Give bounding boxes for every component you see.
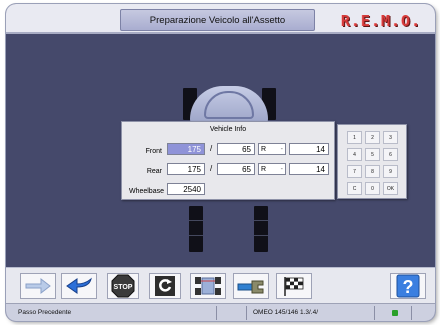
key-6[interactable]: 6 [383,148,398,161]
car-wheels-icon [195,277,221,295]
reload-button[interactable] [149,273,181,299]
rear-width-field[interactable]: 175 [167,163,205,175]
front-construction-select[interactable]: R - [258,143,286,155]
front-rim-field[interactable]: 14 [289,143,329,155]
title-bar: Preparazione Veicolo all'Assetto R.E.M.O… [6,4,435,34]
help-button[interactable]: ? [390,273,426,299]
rear-left-wheel [189,206,203,252]
back-button[interactable] [61,273,97,299]
key-3[interactable]: 3 [383,131,398,144]
front-width-field[interactable]: 175 [167,143,205,155]
key-ok[interactable]: OK [383,182,398,195]
key-1[interactable]: 1 [347,131,362,144]
stop-button[interactable]: STOP [107,273,139,299]
rear-dash: - [280,166,283,173]
wrench-tool-icon [237,280,264,294]
status-divider [411,306,412,320]
key-4[interactable]: 4 [347,148,362,161]
key-0[interactable]: 0 [365,182,380,195]
bottom-toolbar: STOP ? [6,267,435,303]
rear-slash: / [210,164,213,173]
rear-construction-select[interactable]: R - [258,163,286,175]
finish-button[interactable] [276,273,312,299]
status-divider [374,306,375,320]
front-dash: - [280,146,283,153]
dialog-title: Vehicle Info [209,126,247,133]
page-title: Preparazione Veicolo all'Assetto [120,9,315,31]
numeric-keypad: 1 2 3 4 5 6 7 8 9 C 0 OK [337,124,407,199]
key-7[interactable]: 7 [347,165,362,178]
rear-right-wheel [254,206,268,252]
wheelbase-field[interactable]: 2540 [167,183,205,195]
front-aspect-field[interactable]: 65 [217,143,255,155]
front-label: Front [145,148,162,155]
tool-button[interactable] [233,273,269,299]
key-8[interactable]: 8 [365,165,380,178]
key-9[interactable]: 9 [383,165,398,178]
rear-construction-value: R [261,166,267,173]
wheelbase-label: Wheelbase [128,188,164,195]
rear-rim-field[interactable]: 14 [289,163,329,175]
front-slash: / [210,144,213,153]
front-construction-value: R [261,146,267,153]
forward-button[interactable] [20,273,56,299]
stop-sign-icon: STOP [111,274,135,298]
question-icon: ? [396,274,420,298]
refresh-icon [155,276,175,296]
status-vehicle-model: OMEO 145/146 1.3/.4/ [253,309,319,316]
key-clear[interactable]: C [347,182,362,195]
status-divider [216,306,217,320]
car-layout-button[interactable] [190,273,226,299]
rear-aspect-field[interactable]: 65 [217,163,255,175]
key-5[interactable]: 5 [365,148,380,161]
app-window: Preparazione Veicolo all'Assetto R.E.M.O… [6,4,435,321]
status-divider [246,306,247,320]
checkered-flag-icon [284,277,304,296]
status-previous-step: Passo Precedente [18,309,72,316]
arrow-back-icon [66,277,92,294]
brand-logo: R.E.M.O. [341,12,422,30]
key-2[interactable]: 2 [365,131,380,144]
status-indicator-icon [392,310,398,316]
vehicle-info-dialog: Vehicle Info Front 175 / 65 R - 14 Rear … [121,121,335,200]
help-label: ? [403,277,414,297]
status-bar: Passo Precedente OMEO 145/146 1.3/.4/ [6,303,435,321]
stop-label: STOP [114,284,133,291]
arrow-right-icon [25,277,51,295]
rear-label: Rear [146,168,162,175]
